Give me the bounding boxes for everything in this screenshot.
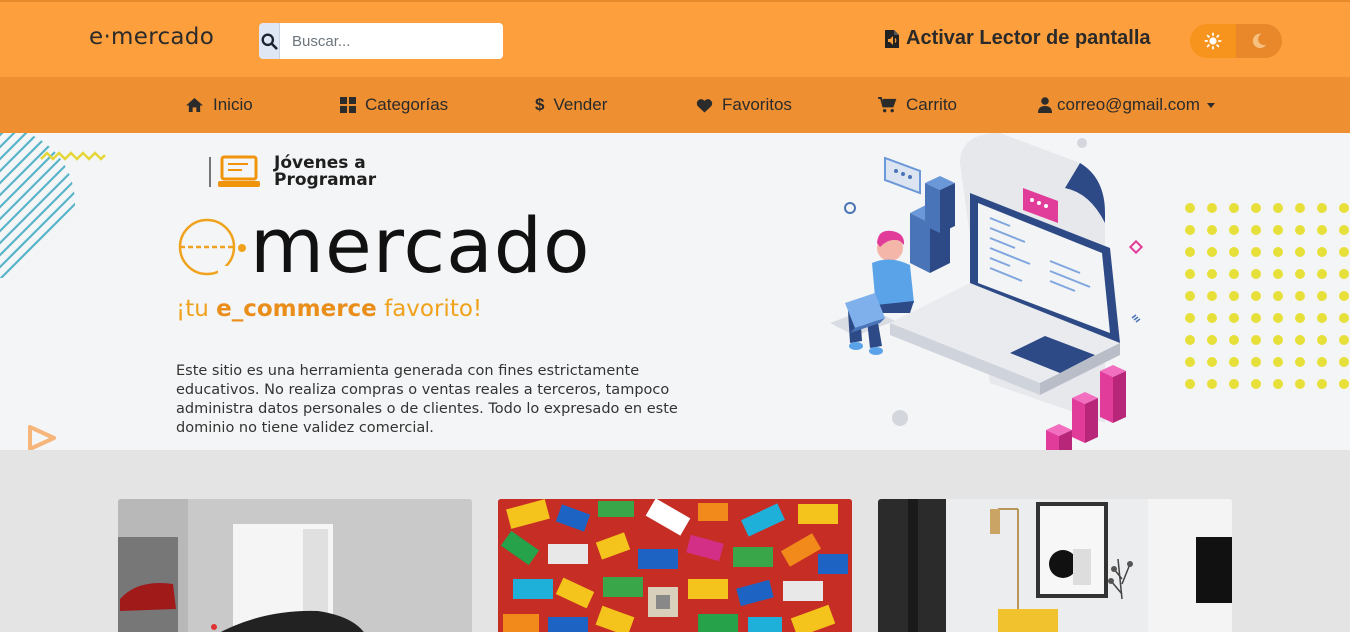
nav-item-carrito[interactable]: Carrito — [878, 95, 957, 115]
jap-logo-line2: Programar — [274, 170, 377, 190]
hero-banner: Jóvenes a Programar mercado ¡tu e_commer… — [0, 133, 1350, 450]
nav-item-inicio[interactable]: Inicio — [185, 95, 253, 115]
dollar-icon: $ — [535, 95, 545, 114]
search-button[interactable] — [259, 23, 280, 59]
nav-item-vender[interactable]: $ Vender — [535, 95, 607, 115]
tagline-pre: ¡tu — [176, 296, 217, 322]
car-showroom-image — [118, 499, 472, 632]
category-card-muebles[interactable] — [878, 499, 1232, 632]
jap-logo: Jóvenes a Programar — [180, 153, 376, 191]
jap-logo-icon — [184, 155, 260, 188]
tagline-post: favorito! — [376, 296, 483, 322]
chevron-down-icon — [1206, 102, 1215, 108]
hero-description: Este sitio es una herramienta generada c… — [176, 363, 678, 436]
category-card-autos[interactable] — [118, 499, 472, 632]
user-email: correo@gmail.com — [1057, 95, 1200, 114]
top-bar: e·mercado Activar Lector de pantalla — [0, 0, 1350, 77]
jap-logo-text: Jóvenes a Programar — [274, 155, 376, 189]
brand-logo[interactable]: e·mercado — [89, 24, 214, 50]
lego-bricks-image — [498, 499, 852, 632]
dot-grid-decoration — [1185, 203, 1349, 389]
e-mercado-logo-mark — [178, 218, 246, 276]
nav-label: Carrito — [906, 95, 958, 114]
user-icon — [1038, 97, 1052, 113]
search-icon — [261, 33, 278, 50]
dark-theme-button[interactable] — [1236, 24, 1282, 58]
home-icon — [186, 97, 203, 113]
category-card-juguetes[interactable] — [498, 499, 852, 632]
search-input[interactable] — [280, 23, 503, 59]
hero-title: mercado — [178, 201, 590, 291]
nav-label: Categorías — [365, 95, 449, 114]
hero-tagline: ¡tu e_commerce favorito! — [176, 296, 482, 322]
nav-label: Inicio — [213, 95, 253, 114]
zigzag-decoration — [40, 151, 106, 161]
nav-label: Vender — [553, 95, 608, 114]
cart-icon — [878, 97, 897, 113]
moon-icon — [1252, 33, 1267, 49]
sun-icon — [1204, 32, 1222, 50]
heart-icon — [696, 98, 713, 113]
screen-reader-toggle[interactable]: Activar Lector de pantalla — [884, 27, 1151, 50]
theme-toggle[interactable] — [1190, 24, 1282, 58]
main-nav: Inicio Categorías $ Vender Favoritos Car… — [0, 77, 1350, 133]
hero-title-text: mercado — [250, 201, 591, 290]
tagline-bold: e_commerce — [216, 296, 377, 322]
search-bar — [259, 23, 503, 59]
screen-reader-label: Activar Lector de pantalla — [906, 27, 1151, 49]
light-theme-button[interactable] — [1190, 24, 1236, 58]
nav-item-categorias[interactable]: Categorías — [340, 95, 448, 115]
user-menu-dropdown[interactable]: correo@gmail.com — [1038, 95, 1215, 115]
hero-illustration — [830, 133, 1144, 450]
audio-file-icon — [885, 29, 899, 48]
living-room-image — [878, 499, 1232, 632]
triangle-decoration — [28, 425, 56, 450]
nav-item-favoritos[interactable]: Favoritos — [696, 95, 792, 115]
nav-label: Favoritos — [722, 95, 792, 114]
grid-icon — [340, 97, 356, 113]
